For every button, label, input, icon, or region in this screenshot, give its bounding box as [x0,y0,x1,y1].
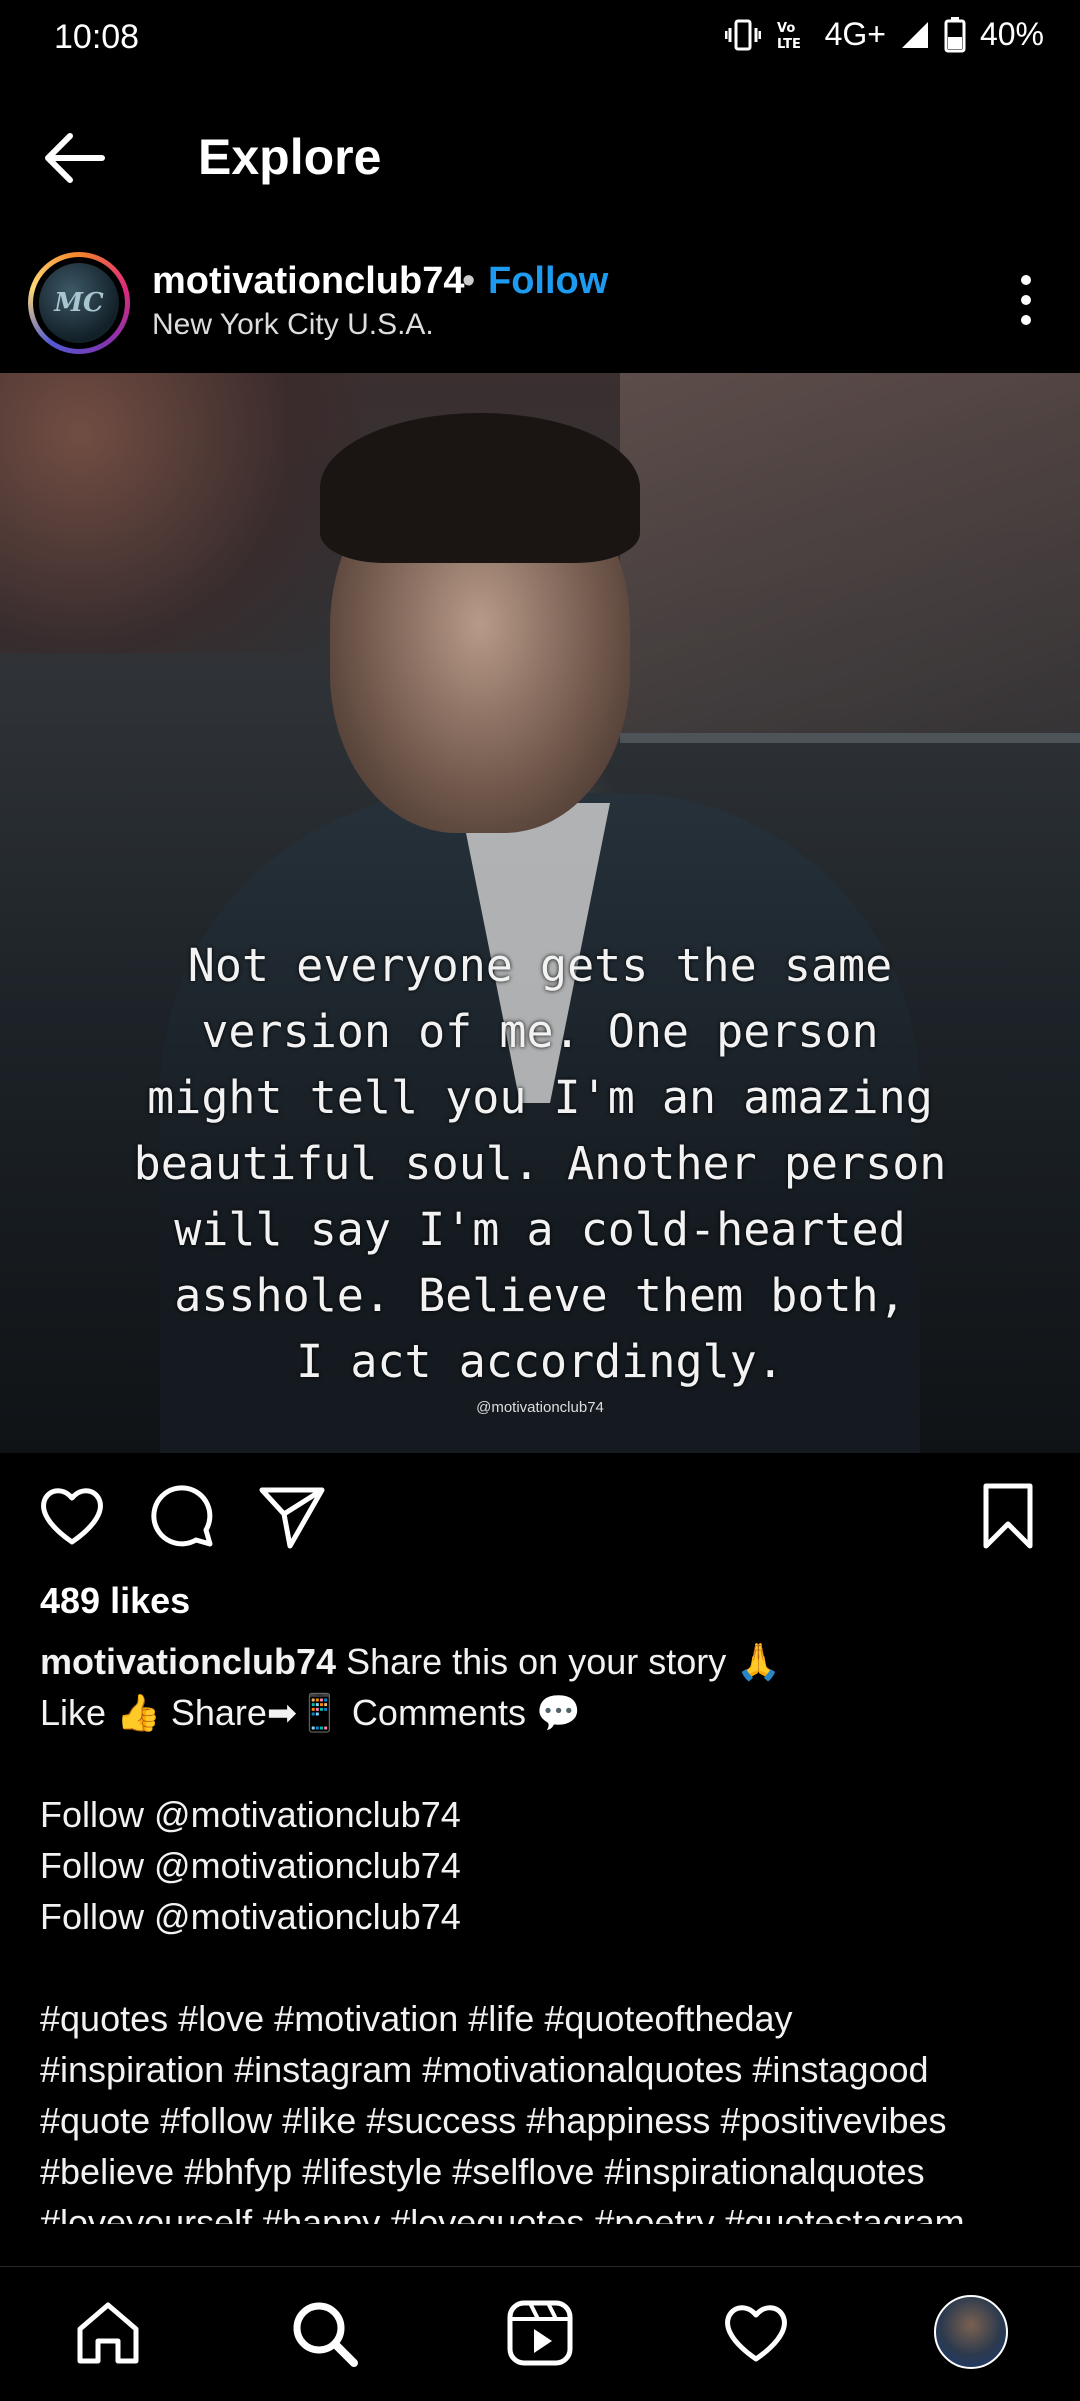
network-type: 4G+ [824,16,886,52]
battery-icon [944,16,966,52]
follow-button[interactable]: Follow [488,260,608,303]
post-avatar[interactable]: MC [28,252,130,354]
image-watermark: @motivationclub74 [476,1399,604,1416]
reels-icon[interactable] [504,2297,576,2369]
caption-hashtags: #inspiration #instagram #motivationalquo… [40,2049,929,2090]
post-header: MC motivationclub74 • Follow New York Ci… [0,248,1080,372]
post-username[interactable]: motivationclub74 [152,260,465,303]
profile-avatar[interactable] [934,2295,1008,2369]
status-time: 10:08 [54,18,140,56]
top-header: Explore [0,100,1080,220]
caption-follow-line: Follow @motivationclub74 [40,1845,461,1886]
caption-follow-line: Follow @motivationclub74 [40,1794,461,1835]
caption-line-1: Share this on your story 🙏 [336,1641,782,1682]
volte-icon: Vo LTE [777,21,801,52]
caption-line-2: Like 👍 Share➡📱 Comments 💬 [40,1692,581,1733]
post-image[interactable]: Not everyone gets the same version of me… [0,373,1080,1453]
page-title: Explore [198,129,382,185]
post-actions [0,1470,1080,1560]
back-arrow-icon[interactable] [40,128,110,188]
svg-text:LTE: LTE [777,37,801,52]
signal-icon [901,21,928,48]
post-caption: motivationclub74 Share this on your stor… [40,1636,1050,2224]
caption-follow-line: Follow @motivationclub74 [40,1896,461,1937]
home-icon[interactable] [72,2297,144,2369]
caption-username[interactable]: motivationclub74 [40,1641,336,1682]
svg-text:Vo: Vo [777,21,795,36]
caption-hashtags: #believe #bhfyp #lifestyle #selflove #in… [40,2151,925,2192]
separator-dot: • [462,260,476,302]
caption-hashtags: #loveyourself #happy #lovequotes #poetry… [40,2202,965,2224]
post-location[interactable]: New York City U.S.A. [152,308,434,342]
caption-hashtags: #quotes #love #motivation #life #quoteof… [40,1998,793,2039]
status-bar: 10:08 Vo LTE 4G+ 40% [0,0,1080,80]
comment-icon[interactable] [146,1480,218,1552]
likes-count[interactable]: 489 likes [40,1580,190,1622]
search-icon[interactable] [288,2297,360,2369]
more-options-icon[interactable] [996,270,1056,330]
battery-percent: 40% [979,16,1044,52]
quote-text: Not everyone gets the same version of me… [133,939,947,1388]
avatar-initials: MC [54,288,104,318]
bottom-navigation [0,2266,1080,2401]
status-icons: Vo LTE 4G+ 40% [724,16,1044,53]
save-bookmark-icon[interactable] [972,1480,1044,1552]
share-send-icon[interactable] [256,1480,328,1552]
like-heart-icon[interactable] [36,1480,108,1552]
activity-heart-icon[interactable] [720,2297,792,2369]
caption-hashtags: #quote #follow #like #success #happiness… [40,2100,947,2141]
vibrate-icon [724,19,761,50]
